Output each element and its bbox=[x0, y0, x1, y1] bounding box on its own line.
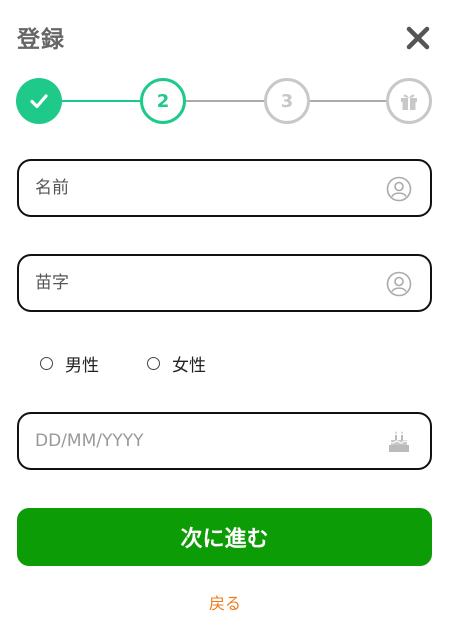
check-icon bbox=[30, 94, 48, 109]
step-3: 3 bbox=[264, 78, 310, 124]
gender-option-female[interactable]: 女性 bbox=[147, 350, 206, 376]
male-label: 男性 bbox=[65, 355, 99, 376]
page-title: 登録 bbox=[17, 27, 65, 53]
step-2-active: 2 bbox=[140, 78, 186, 124]
birthday-field bbox=[17, 412, 432, 470]
step-2-number: 2 bbox=[156, 90, 170, 112]
female-label: 女性 bbox=[172, 355, 206, 376]
last-name-field bbox=[17, 254, 432, 312]
first-name-field bbox=[17, 159, 432, 217]
header: 登録 bbox=[17, 20, 432, 56]
step-1-completed bbox=[16, 78, 62, 124]
next-button[interactable]: 次に進む bbox=[17, 508, 432, 566]
male-radio[interactable] bbox=[40, 356, 53, 370]
first-name-input[interactable] bbox=[35, 161, 375, 215]
gift-icon bbox=[401, 94, 417, 110]
step-connector-2 bbox=[186, 100, 264, 102]
user-circle-icon bbox=[386, 271, 412, 297]
step-connector-3 bbox=[310, 100, 388, 102]
last-name-input[interactable] bbox=[35, 256, 375, 310]
step-3-number: 3 bbox=[280, 90, 294, 112]
birthday-input[interactable] bbox=[35, 414, 375, 468]
birthday-cake-icon bbox=[389, 431, 409, 452]
step-connector-1 bbox=[62, 100, 140, 102]
close-icon[interactable] bbox=[404, 24, 432, 52]
female-radio[interactable] bbox=[147, 356, 160, 370]
step-4-reward bbox=[386, 78, 432, 124]
back-link[interactable]: 戻る bbox=[0, 590, 450, 614]
gender-option-male[interactable]: 男性 bbox=[40, 350, 99, 376]
progress-stepper: 2 3 bbox=[16, 78, 432, 124]
user-circle-icon bbox=[386, 176, 412, 202]
